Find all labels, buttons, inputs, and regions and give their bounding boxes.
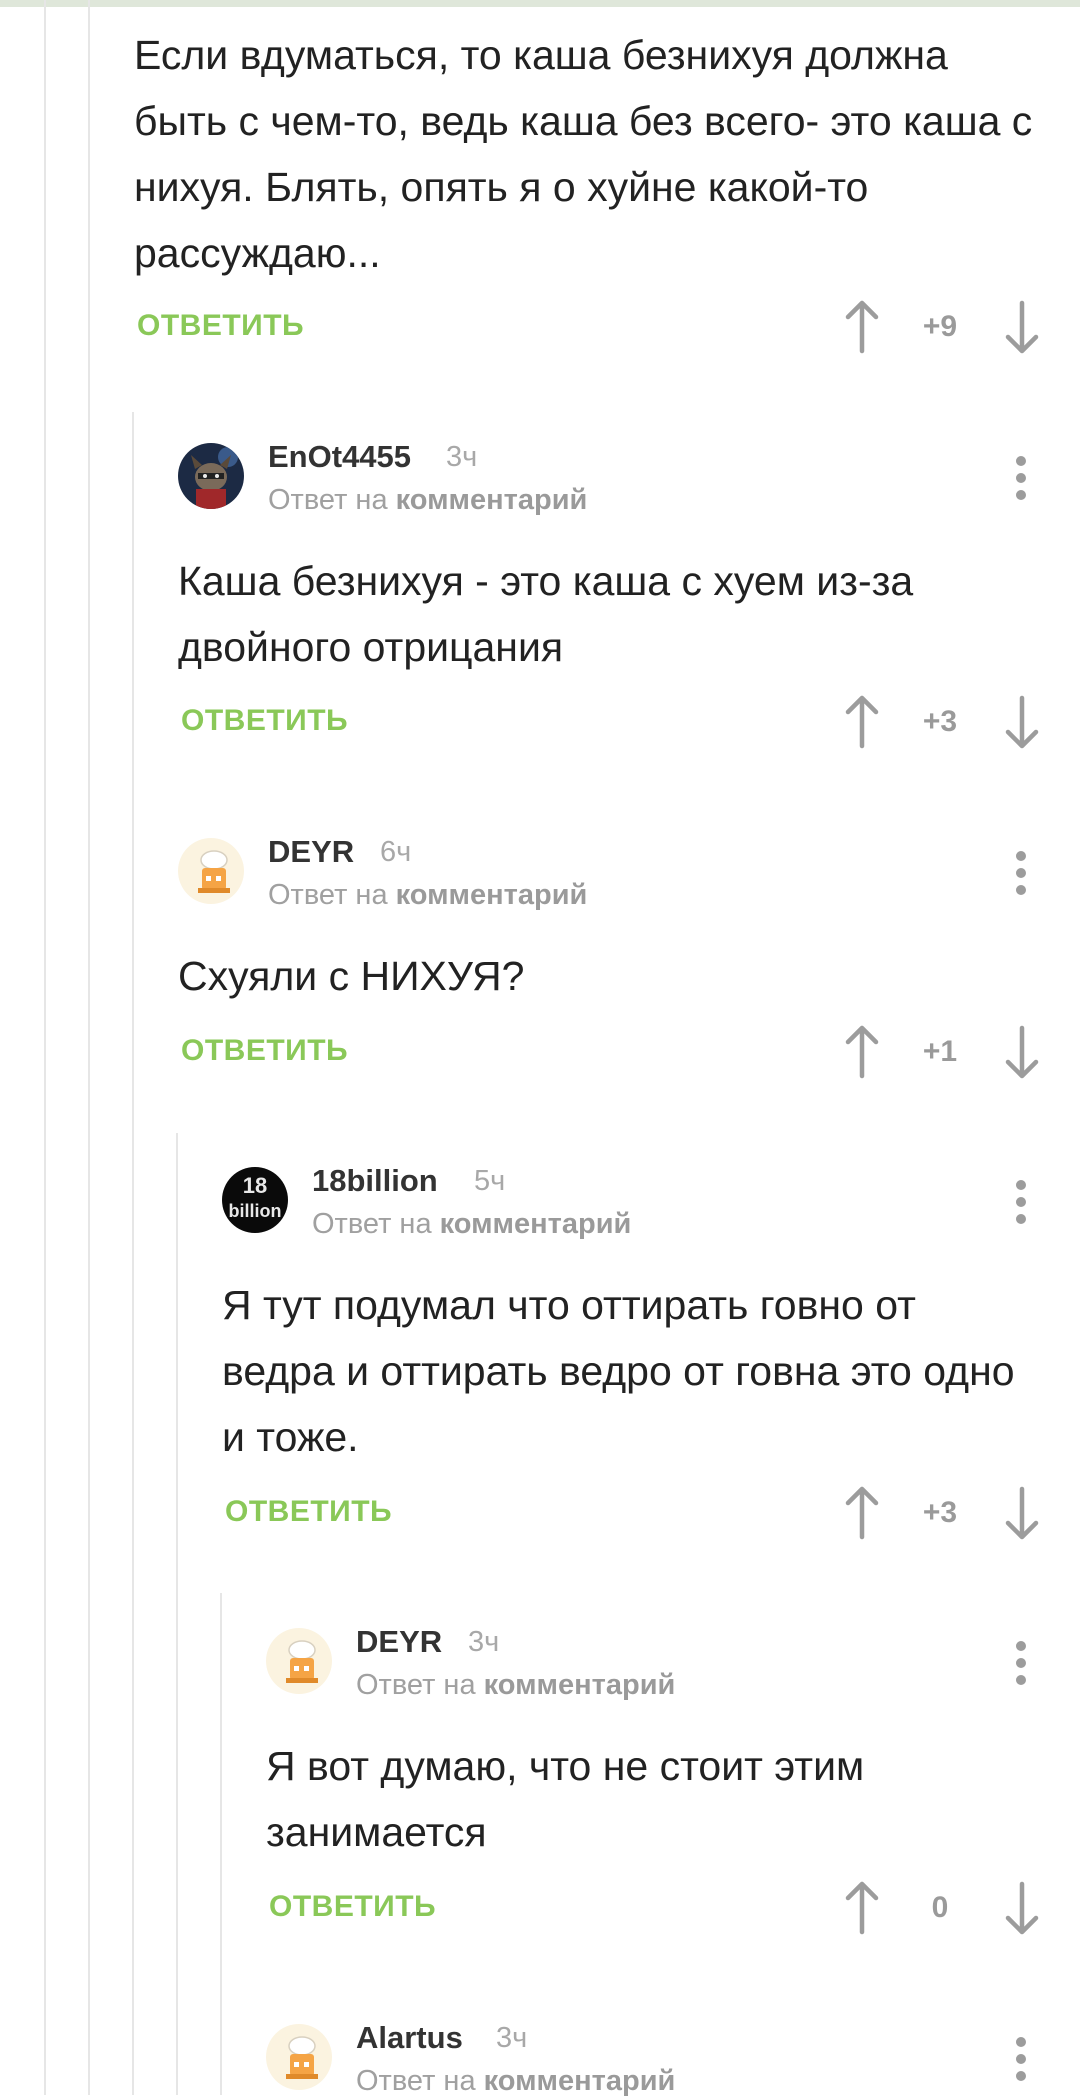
chef-avatar[interactable] <box>266 1628 332 1694</box>
vote-score: +3 <box>922 1496 958 1529</box>
upvote-arrow-icon[interactable] <box>842 694 882 750</box>
upvote-arrow-icon[interactable] <box>842 299 882 355</box>
avatar-text: 18 <box>243 1173 267 1198</box>
downvote-arrow-icon[interactable] <box>1002 694 1042 750</box>
comment-author[interactable]: Alartus <box>356 2020 463 2056</box>
raccoon-avatar[interactable] <box>178 443 244 509</box>
comment-time: 3ч <box>496 2022 528 2054</box>
reply-to-link[interactable]: Ответ на комментарий <box>268 879 587 912</box>
downvote-arrow-icon[interactable] <box>1002 1880 1042 1936</box>
reply-to-prefix: Ответ на <box>356 1669 476 1701</box>
comment-text: Схуяли с НИХУЯ? <box>178 953 525 999</box>
reply-to-link[interactable]: Ответ на комментарий <box>356 2065 675 2098</box>
comment-text: Я тут подумал что оттирать говно от ведр… <box>222 1282 1015 1460</box>
vote-score: +3 <box>922 705 958 738</box>
reply-to-prefix: Ответ на <box>268 879 388 911</box>
reply-to-prefix: Ответ на <box>268 484 388 516</box>
thread-line <box>132 412 134 2095</box>
reply-button[interactable]: ОТВЕТИТЬ <box>181 704 348 738</box>
chef-avatar[interactable] <box>178 838 244 904</box>
reply-to-comment-link[interactable]: комментарий <box>440 1208 632 1240</box>
comment-time: 3ч <box>446 441 478 473</box>
avatar-text: billion <box>229 1201 282 1221</box>
reply-button[interactable]: ОТВЕТИТЬ <box>181 1034 348 1068</box>
more-options-icon[interactable] <box>1006 2029 1036 2089</box>
thread-line <box>88 0 90 2095</box>
more-options-icon[interactable] <box>1006 448 1036 508</box>
comment-text: Каша безнихуя - это каша с хуем из-за дв… <box>178 558 914 670</box>
thread-line <box>220 1593 222 2095</box>
reply-to-prefix: Ответ на <box>312 1208 432 1240</box>
more-options-icon[interactable] <box>1006 1633 1036 1693</box>
thread-line <box>44 0 46 2095</box>
chef-avatar[interactable] <box>266 2024 332 2090</box>
reply-to-comment-link[interactable]: комментарий <box>484 2065 676 2097</box>
comment-text: Если вдуматься, то каша безнихуя должна … <box>134 32 1033 276</box>
upvote-arrow-icon[interactable] <box>842 1024 882 1080</box>
upvote-arrow-icon[interactable] <box>842 1485 882 1541</box>
reply-to-prefix: Ответ на <box>356 2065 476 2097</box>
comment-time: 5ч <box>474 1165 506 1197</box>
comment-author[interactable]: DEYR <box>268 834 354 870</box>
reply-to-comment-link[interactable]: комментарий <box>484 1669 676 1701</box>
downvote-arrow-icon[interactable] <box>1002 299 1042 355</box>
more-options-icon[interactable] <box>1006 1172 1036 1232</box>
reply-to-comment-link[interactable]: комментарий <box>396 484 588 516</box>
top-edge-strip <box>0 0 1080 7</box>
thread-line <box>176 1133 178 2095</box>
reply-button[interactable]: ОТВЕТИТЬ <box>225 1495 392 1529</box>
reply-button[interactable]: ОТВЕТИТЬ <box>137 309 304 343</box>
comment-text: Я вот думаю, что не стоит этим занимаетс… <box>266 1743 865 1855</box>
reply-to-link[interactable]: Ответ на комментарий <box>268 484 587 517</box>
downvote-arrow-icon[interactable] <box>1002 1485 1042 1541</box>
reply-to-comment-link[interactable]: комментарий <box>396 879 588 911</box>
comment-author[interactable]: DEYR <box>356 1624 442 1660</box>
comment-time: 3ч <box>468 1626 500 1658</box>
vote-score: 0 <box>931 1891 949 1924</box>
downvote-arrow-icon[interactable] <box>1002 1024 1042 1080</box>
reply-to-link[interactable]: Ответ на комментарий <box>356 1669 675 1702</box>
reply-button[interactable]: ОТВЕТИТЬ <box>269 1890 436 1924</box>
reply-to-link[interactable]: Ответ на комментарий <box>312 1208 631 1241</box>
comment-author[interactable]: 18billion <box>312 1163 438 1199</box>
comment-author[interactable]: EnOt4455 <box>268 439 411 475</box>
comment-time: 6ч <box>380 836 412 868</box>
vote-score: +1 <box>922 1035 958 1068</box>
more-options-icon[interactable] <box>1006 843 1036 903</box>
vote-score: +9 <box>922 310 958 343</box>
upvote-arrow-icon[interactable] <box>842 1880 882 1936</box>
18billion-avatar[interactable]: 18 billion <box>222 1167 288 1233</box>
